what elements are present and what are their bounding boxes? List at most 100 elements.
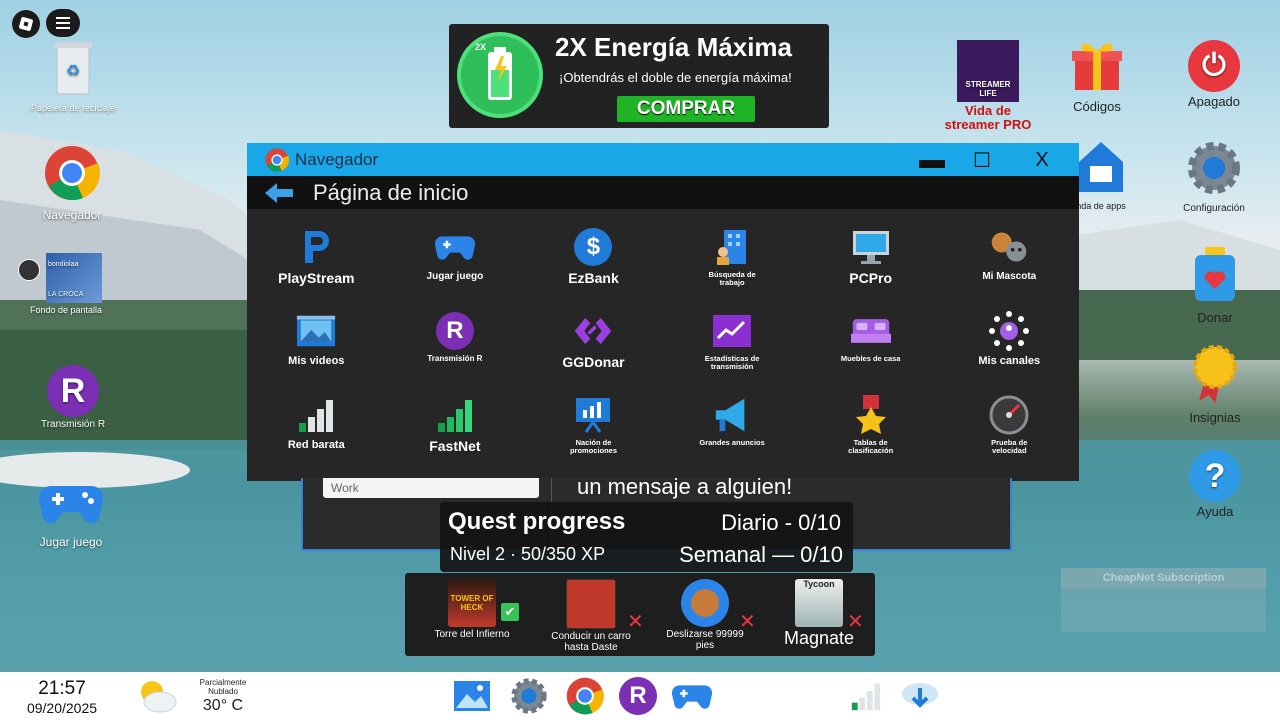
app-label: Grandes anuncios <box>699 438 765 447</box>
speedometer-icon <box>989 395 1029 435</box>
back-arrow-icon <box>265 182 293 203</box>
quest-game[interactable]: Tycoon Magnate ✕ <box>777 579 864 649</box>
app-mi-mascota[interactable]: Mi Mascota <box>940 227 1079 311</box>
browser-titlebar[interactable]: Navegador ☐ X <box>247 143 1079 176</box>
taskbar-settings[interactable] <box>509 676 549 716</box>
quest-level: Nivel 2 · 50/350 XP <box>450 544 606 564</box>
app-label: Estadísticas de transmisión <box>704 354 760 372</box>
desktop-icon-transmision-r[interactable]: R Transmisión R <box>28 365 118 430</box>
app-label: Red barata <box>287 439 345 451</box>
desktop-icon-insignias[interactable]: Insignias <box>1180 345 1250 425</box>
back-button[interactable] <box>263 181 295 205</box>
app-playstream[interactable]: PlayStream <box>247 227 386 311</box>
settings-gear-icon <box>1188 142 1240 194</box>
game-thumbnail <box>681 579 729 627</box>
r-icon: R <box>435 312 474 350</box>
buy-button[interactable]: COMPRAR <box>617 96 755 122</box>
app-label: Transmisión R <box>427 354 483 363</box>
app-pcpro[interactable]: PCPro <box>801 227 940 311</box>
desktop-icon-configuracion[interactable]: Configuración <box>1172 140 1256 214</box>
app-mis-canales[interactable]: Mis canales <box>940 311 1079 395</box>
check-icon: ✔ <box>501 603 519 621</box>
hamburger-menu-button[interactable] <box>46 9 80 37</box>
clock-date: 09/20/2025 <box>26 700 98 716</box>
chrome-icon <box>265 147 289 172</box>
desktop-icon-label: Donar <box>1197 310 1233 325</box>
desktop-icon-codigos[interactable]: Códigos <box>1060 38 1134 114</box>
recycle-bin-icon: ♻ <box>54 42 92 95</box>
app-label: Jugar juego <box>426 271 484 282</box>
desktop-icon-label: Ayuda <box>1196 504 1234 519</box>
page-title: Página de inicio <box>313 179 469 205</box>
quest-game[interactable]: Deslizarse 99999 pies ✕ <box>663 579 756 651</box>
ggdonar-icon <box>575 317 612 345</box>
app-label: PlayStream <box>278 270 355 286</box>
video-icon <box>297 315 336 347</box>
game-thumb-text: Tycoon <box>803 579 835 589</box>
clock-time: 21:57 <box>38 678 86 699</box>
taskbar-network[interactable] <box>846 676 886 716</box>
taskbar-gamepad[interactable] <box>672 676 712 716</box>
quest-game[interactable]: Conducir un carro hasta Daste ✕ <box>545 579 644 653</box>
app-estadisticas[interactable]: Estadísticas de transmisión <box>663 311 802 395</box>
gamepad-icon <box>434 236 475 260</box>
maximize-button[interactable]: ☐ <box>967 147 995 173</box>
desktop-icon-label: Transmisión R <box>40 419 106 430</box>
app-label: EzBank <box>568 270 619 286</box>
game-label: Conducir un carro hasta Daste <box>551 631 631 653</box>
x-icon: ✕ <box>847 611 864 633</box>
taskbar-gallery[interactable] <box>452 676 492 716</box>
desktop-icon-jugar-juego[interactable]: Jugar juego <box>28 478 114 549</box>
browser-navbar: Página de inicio <box>247 176 1079 209</box>
taskbar-transmision-r[interactable]: R <box>618 676 658 716</box>
minimize-button[interactable] <box>913 147 945 173</box>
app-jugar-juego[interactable]: Jugar juego <box>386 227 525 311</box>
app-fastnet[interactable]: FastNet <box>386 395 525 479</box>
weather-temp: 30° C <box>202 696 244 714</box>
desktop-icon-streamer-pro[interactable]: STREAMER LIFE Vida de streamer PRO <box>940 40 1036 133</box>
gift-icon <box>1072 43 1122 90</box>
desktop-icon-recycle-bin[interactable]: ♻ Papelera de reciclaje <box>30 38 116 113</box>
medal-icon <box>855 395 886 434</box>
wallpaper-tag: bondiolaa <box>48 261 79 268</box>
cloud-download-icon <box>902 683 938 708</box>
r-icon: R <box>47 365 99 417</box>
quest-games-panel: TOWER OF HECK Torre del Infierno ✔ Condu… <box>405 573 875 656</box>
cheapnet-popup: CheapNet Subscription <box>1061 568 1266 632</box>
app-tablas-clasificacion[interactable]: Tablas de clasificación <box>801 395 940 479</box>
chrome-icon <box>45 146 100 201</box>
app-muebles-casa[interactable]: Muebles de casa <box>801 311 940 395</box>
desktop-icon-label: Papelera de reciclaje <box>30 103 116 113</box>
taskbar-download[interactable] <box>900 676 940 716</box>
app-red-barata[interactable]: Red barata <box>247 395 386 479</box>
roblox-logo[interactable] <box>12 10 40 38</box>
ad-subtitle: ¡Obtendrás el doble de energía máxima! <box>559 70 792 85</box>
desktop-icon-label: Jugar juego <box>39 535 103 549</box>
monitor-icon <box>852 231 889 264</box>
app-ezbank[interactable]: $ EzBank <box>524 227 663 311</box>
desktop-icon-label: Apagado <box>1187 94 1241 109</box>
game-label: Deslizarse 99999 pies <box>666 629 744 651</box>
playstream-icon <box>305 231 330 263</box>
app-transmision-r[interactable]: R Transmisión R <box>386 311 525 395</box>
chrome-icon <box>566 677 604 715</box>
app-busqueda-trabajo[interactable]: Búsqueda de trabajo <box>663 227 802 311</box>
close-button[interactable]: X <box>1028 147 1056 173</box>
app-mis-videos[interactable]: Mis videos <box>247 311 386 395</box>
quest-game[interactable]: TOWER OF HECK Torre del Infierno ✔ <box>427 579 519 640</box>
app-prueba-velocidad[interactable]: Prueba de velocidad <box>940 395 1079 479</box>
desktop-icon-wallpaper[interactable]: bondiolaa LA CROCA Fondo de pantalla <box>18 253 114 315</box>
app-ggdonar[interactable]: GGDonar <box>524 311 663 395</box>
app-label: Mi Mascota <box>982 271 1037 282</box>
browser-window: Navegador ☐ X Página de inicio PlayStrea… <box>247 143 1079 481</box>
gamepad-icon <box>38 485 104 524</box>
desktop-icon-browser[interactable]: Navegador <box>30 145 114 222</box>
job-search-input[interactable] <box>323 478 539 498</box>
app-nacion-promociones[interactable]: Nación de promociones <box>524 395 663 479</box>
desktop-icon-apagado[interactable]: ⏻ Apagado <box>1176 40 1252 109</box>
taskbar-browser[interactable] <box>565 676 605 716</box>
desktop-icon-ayuda[interactable]: ? Ayuda <box>1180 450 1250 519</box>
app-grandes-anuncios[interactable]: Grandes anuncios <box>663 395 802 479</box>
streamer-thumb-text: STREAMER LIFE <box>965 80 1011 98</box>
desktop-icon-donar[interactable]: Donar <box>1180 245 1250 325</box>
